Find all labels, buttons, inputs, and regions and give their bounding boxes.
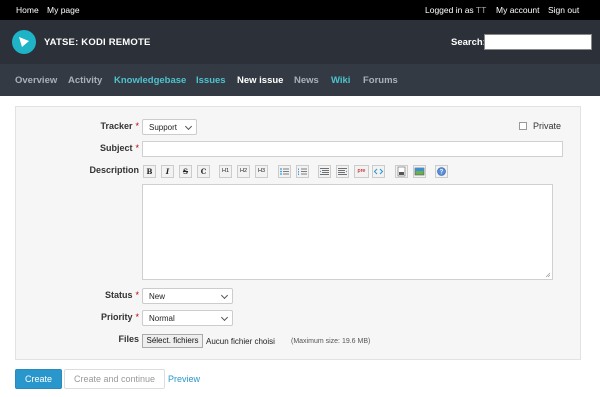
tracker-label-text: Tracker — [100, 121, 133, 131]
private-label: Private — [533, 121, 562, 131]
align-right-icon[interactable] — [336, 165, 349, 178]
top-menu: Home My page Logged in as TT My account … — [0, 0, 600, 20]
tab-activity[interactable]: Activity — [68, 75, 102, 86]
status-label-text: Status — [104, 290, 133, 300]
svg-text:?: ? — [440, 170, 444, 176]
search-label: Search: — [451, 37, 486, 48]
home-link[interactable]: Home — [16, 5, 39, 15]
my-account-link[interactable]: My account — [496, 5, 539, 15]
pre-button[interactable]: pre — [354, 165, 369, 178]
priority-label-text: Priority — [100, 312, 133, 322]
private-checkbox[interactable] — [519, 122, 527, 130]
subject-label-text: Subject — [99, 143, 133, 153]
subject-label: Subject * — [60, 143, 139, 153]
max-size-text: (Maximum size: 19.6 MB) — [291, 338, 371, 345]
tab-news[interactable]: News — [294, 75, 319, 86]
code-icon[interactable] — [372, 165, 385, 178]
h1-button[interactable]: H1 — [219, 165, 232, 178]
ordered-list-icon[interactable] — [296, 165, 309, 178]
description-label: Description — [89, 165, 139, 175]
code-inline-button[interactable]: C — [197, 165, 210, 178]
logged-in-status: Logged in as TT — [425, 5, 486, 15]
user-link[interactable]: TT — [476, 5, 486, 15]
tab-issues[interactable]: Issues — [196, 75, 226, 86]
project-title: YATSE: KODI REMOTE — [44, 37, 151, 48]
subject-input[interactable] — [142, 141, 563, 157]
tab-forums[interactable]: Forums — [363, 75, 398, 86]
tab-knowledgebase[interactable]: Knowledgebase — [114, 75, 186, 86]
h3-button[interactable]: H3 — [255, 165, 268, 178]
project-logo — [12, 30, 36, 54]
header: YATSE: KODI REMOTE Search: — [0, 20, 600, 64]
files-label: Files — [118, 334, 139, 344]
status-label: Status * — [60, 290, 139, 300]
required-mark: * — [135, 143, 139, 153]
choose-file-button[interactable]: Sélect. fichiers — [142, 334, 203, 348]
unordered-list-icon[interactable] — [278, 165, 291, 178]
help-icon[interactable]: ? — [435, 165, 448, 178]
tracker-select-value: Support — [149, 123, 178, 132]
no-file-text: Aucun fichier choisi — [206, 337, 275, 346]
required-mark: * — [135, 121, 139, 131]
create-and-continue-button[interactable]: Create and continue — [64, 369, 165, 389]
required-mark: * — [135, 290, 139, 300]
tab-new-issue[interactable]: New issue — [237, 75, 283, 86]
italic-button[interactable]: I — [161, 165, 174, 178]
preview-link[interactable]: Preview — [168, 374, 200, 384]
tab-wiki[interactable]: Wiki — [331, 75, 350, 86]
search-input[interactable] — [484, 34, 592, 50]
link-image-icon[interactable] — [395, 165, 408, 178]
priority-select[interactable]: Normal — [142, 310, 233, 326]
status-select-value: New — [149, 292, 166, 301]
play-logo-icon — [19, 37, 29, 47]
image-icon[interactable] — [413, 165, 426, 178]
sign-out-link[interactable]: Sign out — [548, 5, 579, 15]
required-mark: * — [135, 312, 139, 322]
resize-handle-icon[interactable] — [545, 272, 551, 278]
priority-select-value: Normal — [149, 314, 175, 323]
tracker-label: Tracker * — [60, 121, 139, 131]
h2-button[interactable]: H2 — [237, 165, 250, 178]
description-textarea[interactable] — [142, 184, 553, 280]
tab-overview[interactable]: Overview — [15, 75, 57, 86]
logged-in-prefix: Logged in as — [425, 5, 474, 15]
priority-label: Priority * — [60, 312, 139, 322]
my-page-link[interactable]: My page — [47, 5, 80, 15]
align-left-icon[interactable] — [318, 165, 331, 178]
chevron-down-icon — [220, 291, 229, 300]
bold-button[interactable]: B — [143, 165, 156, 178]
chevron-down-icon — [220, 313, 229, 322]
main-menu: Overview Activity Knowledgebase Issues N… — [0, 64, 600, 96]
create-button[interactable]: Create — [15, 369, 62, 389]
status-select[interactable]: New — [142, 288, 233, 304]
chevron-down-icon — [184, 122, 193, 131]
strikethrough-button[interactable]: S — [179, 165, 192, 178]
tracker-select[interactable]: Support — [142, 119, 197, 135]
